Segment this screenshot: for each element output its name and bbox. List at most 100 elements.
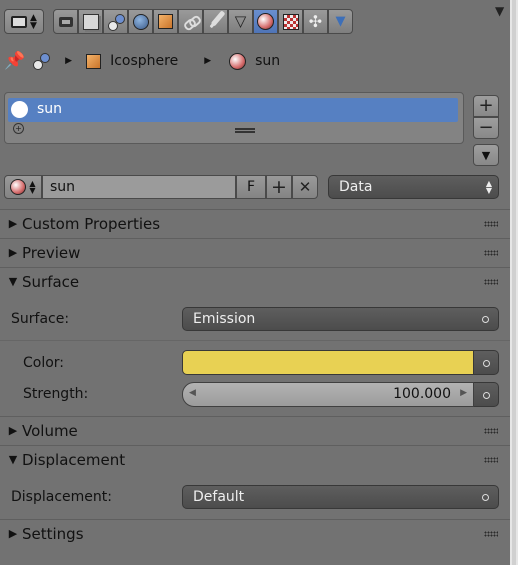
list-item[interactable]: sun <box>8 98 458 122</box>
panel-drag-grip[interactable] <box>484 428 498 434</box>
strength-value: 100.000 <box>393 386 451 402</box>
strength-number-field[interactable]: ◀ 100.000 ▶ <box>182 382 474 407</box>
surface-label: Surface: <box>11 311 70 327</box>
material-slot-name: sun <box>37 101 63 117</box>
checker-texture-icon <box>282 13 299 30</box>
modifiers-context-button[interactable] <box>203 9 228 34</box>
editor-type-selector[interactable]: ▲ ▼ <box>4 9 44 34</box>
panel-title: Volume <box>22 421 78 440</box>
collapse-triangle-icon: ▼ <box>8 453 18 466</box>
decrement-arrow-icon[interactable]: ◀ <box>189 388 196 398</box>
increment-arrow-icon[interactable]: ▶ <box>460 388 467 398</box>
up-down-arrows-icon: ▲ ▼ <box>30 12 37 31</box>
cube-icon <box>86 53 102 69</box>
plus-icon: + <box>478 95 494 116</box>
fake-user-label: F <box>246 179 256 195</box>
expand-triangle-icon: ▶ <box>8 246 18 259</box>
panel-title: Preview <box>22 243 81 262</box>
scene-context-button[interactable] <box>103 9 128 34</box>
panel-title: Custom Properties <box>22 214 161 233</box>
texture-context-button[interactable] <box>278 9 303 34</box>
pin-icon[interactable]: 📌 <box>4 51 25 71</box>
panel-drag-grip[interactable] <box>484 457 498 463</box>
dropdown-arrow-icon: ▼ <box>481 148 491 162</box>
material-sphere-icon <box>10 179 27 195</box>
list-resize-grip[interactable] <box>235 128 255 133</box>
breadcrumb: 📌 ▶ Icosphere ▶ sun <box>4 48 280 74</box>
collapse-arrow-icon[interactable]: ▼ <box>495 4 504 18</box>
displacement-value: Default <box>193 489 245 505</box>
strength-socket-button[interactable] <box>474 382 499 407</box>
panel-volume[interactable]: ▶ Volume <box>0 416 510 444</box>
render-context-button[interactable] <box>53 9 78 34</box>
up-down-arrows-icon: ▲ ▼ <box>485 179 492 195</box>
panel-displacement[interactable]: ▼ Displacement <box>0 445 510 473</box>
surface-shader-value: Emission <box>193 311 256 327</box>
surface-shader-dropdown[interactable]: Emission <box>182 307 499 331</box>
browse-material-button[interactable]: ▲ ▼ <box>4 175 42 199</box>
data-context-button[interactable]: ▽ <box>228 9 253 34</box>
panel-surface[interactable]: ▼ Surface <box>0 267 510 295</box>
divider <box>0 340 510 341</box>
material-name-field[interactable]: sun <box>42 175 236 199</box>
panel-drag-grip[interactable] <box>484 221 498 227</box>
socket-dot-icon <box>483 360 490 367</box>
panel-title: Displacement <box>22 450 126 469</box>
material-link-dropdown[interactable]: Data ▲ ▼ <box>328 175 499 199</box>
remove-material-slot-button[interactable]: − <box>473 117 499 139</box>
breadcrumb-object: Icosphere <box>110 53 179 69</box>
world-context-button[interactable] <box>128 9 153 34</box>
chain-link-icon <box>182 13 202 32</box>
breadcrumb-separator-icon: ▶ <box>204 56 212 66</box>
object-context-button[interactable] <box>153 9 178 34</box>
image-layers-icon <box>82 13 99 30</box>
material-slot-icon <box>11 101 28 118</box>
fake-user-button[interactable]: F <box>236 175 266 199</box>
material-link-value: Data <box>339 179 373 195</box>
expand-triangle-icon: ▶ <box>8 527 18 540</box>
panel-drag-grip[interactable] <box>484 531 498 537</box>
scene-icon <box>33 53 51 70</box>
panel-title: Settings <box>22 524 84 543</box>
socket-dot-icon <box>483 392 490 399</box>
panel-title: Surface <box>22 272 80 291</box>
displacement-dropdown[interactable]: Default <box>182 485 499 509</box>
material-name-value: sun <box>50 179 76 195</box>
color-socket-button[interactable] <box>474 350 499 375</box>
socket-dot-icon <box>482 316 489 323</box>
panel-drag-grip[interactable] <box>484 250 498 256</box>
color-label: Color: <box>23 355 65 371</box>
material-specials-button[interactable]: ▼ <box>473 144 499 166</box>
add-filter-icon[interactable]: + <box>13 123 24 134</box>
wrench-icon <box>209 14 222 29</box>
panel-settings[interactable]: ▶ Settings <box>0 519 510 547</box>
panel-preview[interactable]: ▶ Preview <box>0 238 510 266</box>
properties-editor-icon <box>11 15 28 28</box>
add-material-slot-button[interactable]: + <box>473 95 499 117</box>
physics-context-button[interactable]: ▼ <box>328 9 353 34</box>
breadcrumb-separator-icon: ▶ <box>65 56 73 66</box>
panel-custom-properties[interactable]: ▶ Custom Properties <box>0 209 510 237</box>
scene-icon <box>107 13 125 31</box>
material-sphere-icon <box>229 52 247 70</box>
world-icon <box>132 13 149 30</box>
vertical-scrollbar[interactable] <box>510 0 518 565</box>
render-layers-context-button[interactable] <box>78 9 103 34</box>
strength-label: Strength: <box>23 386 89 402</box>
particles-icon: ✣ <box>308 11 323 31</box>
mesh-data-icon: ▽ <box>234 12 247 30</box>
new-material-button[interactable]: + <box>266 175 292 199</box>
socket-dot-icon <box>482 494 489 501</box>
constraints-context-button[interactable] <box>178 9 203 34</box>
panel-drag-grip[interactable] <box>484 279 498 285</box>
cube-icon <box>158 14 173 29</box>
plus-icon: + <box>271 175 287 198</box>
close-icon: ✕ <box>298 177 312 196</box>
unlink-material-button[interactable]: ✕ <box>292 175 318 199</box>
displacement-label: Displacement: <box>11 489 112 505</box>
color-swatch[interactable] <box>182 350 474 375</box>
material-sphere-icon <box>257 13 274 30</box>
particles-context-button[interactable]: ✣ <box>303 9 328 34</box>
material-context-button[interactable] <box>253 9 278 34</box>
up-down-arrows-icon: ▲ ▼ <box>29 179 36 195</box>
